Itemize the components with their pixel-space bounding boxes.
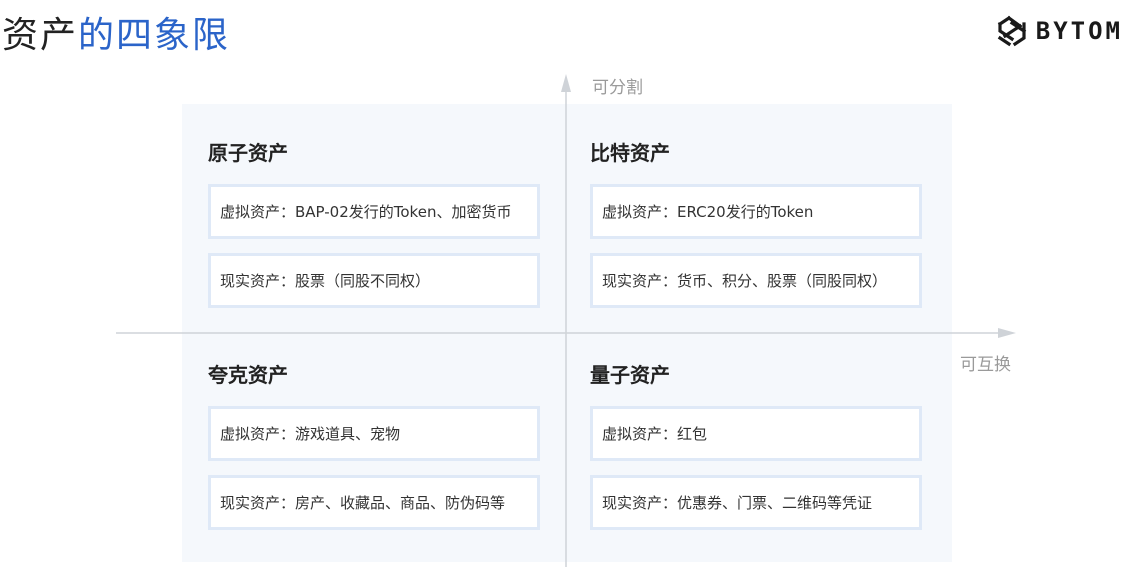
title-main: 资产 xyxy=(2,15,79,56)
asset-card-real: 现实资产：货币、积分、股票（同股同权） xyxy=(590,253,922,308)
logo-text: BYTOM xyxy=(1035,17,1123,45)
quadrant-atomic-assets: 原子资产 虚拟资产：BAP-02发行的Token、加密货币 现实资产：股票（同股… xyxy=(208,138,540,308)
vertical-axis-arrow xyxy=(561,74,571,92)
quadrant-title: 原子资产 xyxy=(208,141,288,165)
quadrant-quantum-assets: 量子资产 虚拟资产：红包 现实资产：优惠券、门票、二维码等凭证 xyxy=(590,360,922,530)
bytom-logo-icon xyxy=(997,15,1026,47)
quadrant-quark-assets: 夸克资产 虚拟资产：游戏道具、宠物 现实资产：房产、收藏品、商品、防伪码等 xyxy=(208,360,540,530)
title-accent: 的四象限 xyxy=(78,15,231,56)
asset-card-virtual: 虚拟资产：红包 xyxy=(590,406,922,461)
asset-card-virtual: 虚拟资产：ERC20发行的Token xyxy=(590,184,922,239)
quadrant-title: 量子资产 xyxy=(590,363,670,387)
asset-card-real: 现实资产：房产、收藏品、商品、防伪码等 xyxy=(208,475,540,530)
page-title: 资产的四象限 xyxy=(2,10,230,62)
quadrant-bit-assets: 比特资产 虚拟资产：ERC20发行的Token 现实资产：货币、积分、股票（同股… xyxy=(590,138,922,308)
quadrant-title: 夸克资产 xyxy=(208,363,288,387)
horizontal-axis-arrow xyxy=(998,328,1016,338)
horizontal-axis-label: 可互换 xyxy=(960,355,1011,375)
vertical-axis-label: 可分割 xyxy=(592,78,643,98)
asset-card-real: 现实资产：优惠券、门票、二维码等凭证 xyxy=(590,475,922,530)
bytom-logo: BYTOM xyxy=(996,14,1123,48)
asset-card-real: 现实资产：股票（同股不同权） xyxy=(208,253,540,308)
asset-card-virtual: 虚拟资产：游戏道具、宠物 xyxy=(208,406,540,461)
quadrant-title: 比特资产 xyxy=(590,141,670,165)
asset-card-virtual: 虚拟资产：BAP-02发行的Token、加密货币 xyxy=(208,184,540,239)
